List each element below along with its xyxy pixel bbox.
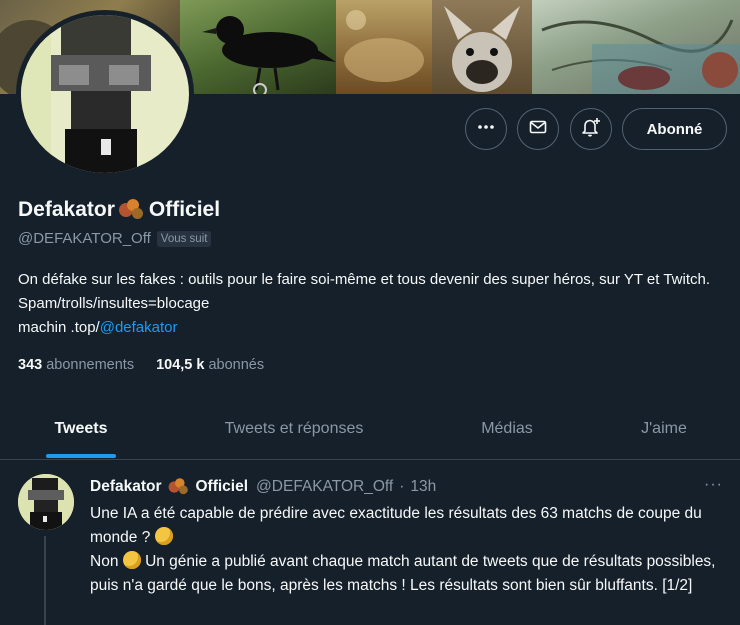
banner-image-pug [432, 0, 532, 94]
chestnut-balls-emoji [168, 478, 189, 496]
following-label: abonnements [46, 357, 135, 373]
notify-button[interactable] [570, 108, 612, 150]
bio-website-prefix: machin .top/ [18, 319, 100, 336]
tweet-line-2-rest: Un génie a publié avant chaque match aut… [90, 553, 716, 594]
tweet-author-suffix[interactable]: Officiel [196, 478, 249, 496]
bio-text: On défake sur les fakes : outils pour le… [18, 271, 710, 312]
tab-media[interactable]: Médias [426, 398, 588, 459]
tab-tweets[interactable]: Tweets [0, 398, 162, 459]
banner-image-crow [180, 0, 336, 94]
tweet-more-button[interactable]: ··· [704, 476, 723, 494]
more-options-button[interactable] [465, 108, 507, 150]
profile-bio: On défake sur les fakes : outils pour le… [18, 268, 728, 340]
tweet-author-name[interactable]: Defakator [90, 478, 162, 496]
more-icon [476, 117, 496, 142]
profile-stats: 343 abonnements 104,5 k abonnés [18, 357, 264, 373]
followers-label: abonnés [208, 357, 265, 373]
thinking-monocle-emoji [154, 527, 173, 545]
active-tab-indicator [46, 454, 116, 458]
tab-tweets-and-replies[interactable]: Tweets et réponses [162, 398, 426, 459]
followers-count: 104,5 k [156, 357, 205, 373]
profile-handle-row: @DEFAKATOR_Off Vous suit [18, 230, 212, 247]
profile-handle: @DEFAKATOR_Off [18, 230, 151, 247]
chestnut-balls-emoji [118, 199, 145, 221]
following-stat[interactable]: 343 abonnements [18, 357, 134, 373]
wink-emoji [122, 551, 141, 569]
banner-image-tile [336, 0, 432, 94]
follows-you-badge: Vous suit [156, 230, 212, 247]
tweet-header: Defakator Officiel @DEFAKATOR_Off · 13h [90, 476, 436, 498]
display-name-text: Defakator [18, 198, 115, 221]
bell-plus-icon [580, 116, 602, 143]
message-button[interactable] [517, 108, 559, 150]
profile-display-name: Defakator Officiel [18, 198, 220, 222]
tweet-author-avatar[interactable] [18, 474, 74, 530]
following-count: 343 [18, 357, 43, 373]
bio-mention-link[interactable]: @defakator [100, 319, 178, 336]
tweet-line-1-text: Une IA a été capable de prédire avec exa… [90, 505, 702, 546]
tweet-timestamp[interactable]: 13h [410, 478, 436, 496]
following-button[interactable]: Abonné [622, 108, 727, 150]
tweet-line-2: Non Un génie a publié avant chaque match… [90, 550, 730, 598]
bio-website-line: machin .top/@defakator [18, 316, 728, 340]
tweet-author-handle[interactable]: @DEFAKATOR_Off [256, 478, 393, 496]
tweet-text: Une IA a été capable de prédire avec exa… [90, 502, 730, 598]
tweet-separator: · [399, 478, 405, 495]
tab-likes[interactable]: J'aime [588, 398, 740, 459]
profile-tabs: Tweets Tweets et réponses Médias J'aime [0, 398, 740, 460]
tweet-line-2-start: Non [90, 553, 119, 570]
tweet-line-1: Une IA a été capable de prédire avec exa… [90, 502, 730, 550]
banner-image-insects [532, 0, 740, 94]
profile-page: Abonné Defakator Officiel @DEFAKATOR_Off… [0, 0, 740, 625]
mail-icon [528, 117, 548, 142]
thread-connector-line [44, 536, 46, 625]
display-name-suffix: Officiel [148, 198, 221, 221]
followers-stat[interactable]: 104,5 k abonnés [156, 357, 264, 373]
profile-avatar[interactable] [16, 10, 194, 178]
